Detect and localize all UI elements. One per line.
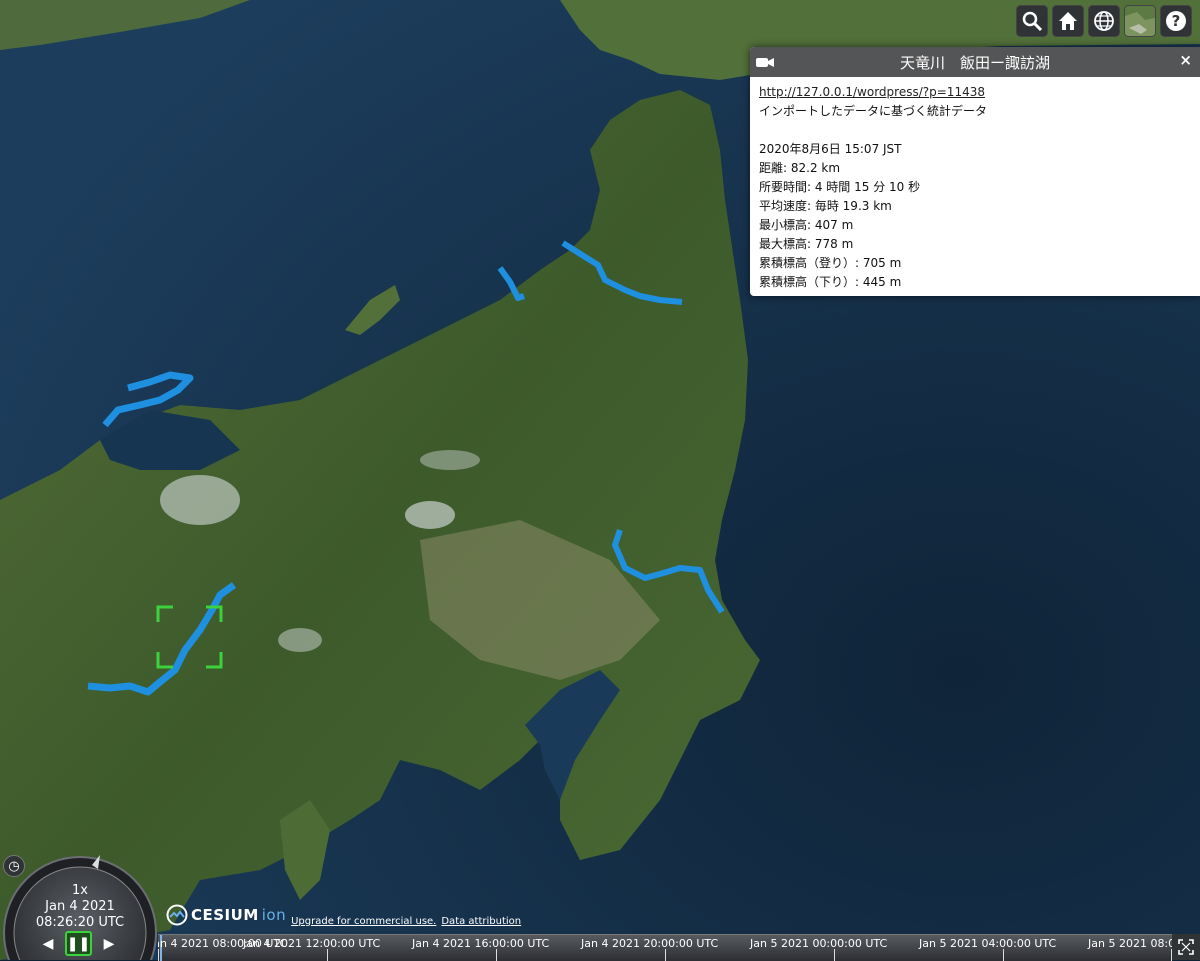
- timeline-tick: [665, 949, 666, 961]
- cloud-patch: [405, 501, 455, 529]
- info-box-content: http://127.0.0.1/wordpress/?p=11438 インポー…: [750, 77, 1200, 296]
- stat-distance: 距離: 82.2 km: [759, 161, 841, 175]
- timeline-tick: [158, 949, 159, 961]
- animation-date: Jan 4 2021: [45, 899, 115, 914]
- timeline-tick: [496, 949, 497, 961]
- timeline-label: Jan 4 2021 12:00:00 UTC: [243, 937, 381, 950]
- stat-duration: 所要時間: 4 時間 15 分 10 秒: [759, 180, 921, 194]
- stat-elevation-loss: 累積標高（下り）: 445 m: [759, 275, 902, 289]
- scene-mode-button[interactable]: [1088, 5, 1120, 37]
- stat-min-elevation: 最小標高: 407 m: [759, 218, 854, 232]
- home-button[interactable]: [1052, 5, 1084, 37]
- svg-text:?: ?: [1172, 12, 1181, 30]
- fullscreen-button[interactable]: [1172, 934, 1200, 960]
- info-box: 天竜川 飯田ー諏訪湖 × http://127.0.0.1/wordpress/…: [750, 47, 1200, 296]
- timeline-tick: [1003, 949, 1004, 961]
- play-reverse-button[interactable]: ◀: [36, 933, 60, 955]
- animation-speed: 1x: [72, 883, 88, 898]
- cloud-patch: [278, 628, 322, 652]
- timeline-label: Jan 5 2021 04:00:00 UTC: [919, 937, 1057, 950]
- credit-container: CESIUM ion Upgrade for commercial use. Da…: [166, 901, 521, 929]
- cesium-logo-icon: [166, 904, 188, 926]
- cesium-toolbar: ?: [1016, 5, 1192, 37]
- fullscreen-icon: [1178, 939, 1194, 955]
- pause-button[interactable]: ❚❚: [65, 931, 92, 956]
- home-icon: [1059, 12, 1077, 30]
- info-box-title-bar: 天竜川 飯田ー諏訪湖 ×: [750, 47, 1200, 77]
- close-button[interactable]: ×: [1179, 51, 1192, 69]
- cesium-logo-text: CESIUM: [191, 906, 259, 924]
- timeline-label: Jan 4 2021 16:00:00 UTC: [412, 937, 550, 950]
- animation-time: 08:26:20 UTC: [35, 915, 125, 930]
- globe-icon: [1094, 11, 1114, 31]
- help-icon: ?: [1166, 11, 1186, 31]
- post-link[interactable]: http://127.0.0.1/wordpress/?p=11438: [759, 85, 985, 99]
- info-subtitle: インポートしたデータに基づく統計データ: [759, 104, 988, 118]
- timeline-tick: [327, 949, 328, 961]
- stat-datetime: 2020年8月6日 15:07 JST: [759, 142, 902, 156]
- help-button[interactable]: ?: [1160, 5, 1192, 37]
- clock-icon[interactable]: ◷: [3, 855, 25, 877]
- base-layer-picker-button[interactable]: [1124, 5, 1156, 37]
- timeline-label: Jan 5 2021 08:00:00 UTC: [1088, 937, 1172, 950]
- ion-logo-text: ion: [261, 906, 287, 924]
- stat-average-speed: 平均速度: 毎時 19.3 km: [759, 199, 892, 213]
- data-attribution-link[interactable]: Data attribution: [441, 916, 521, 927]
- animation-widget: ◷ 1x Jan 4 2021 08:26:20 UTC ◀ ❚❚ ▶: [0, 853, 167, 960]
- cesium-ion-logo[interactable]: CESIUM ion: [166, 904, 286, 926]
- play-forward-button[interactable]: ▶: [97, 933, 121, 955]
- upgrade-link[interactable]: Upgrade for commercial use.: [291, 916, 436, 927]
- info-box-title: 天竜川 飯田ー諏訪湖: [899, 53, 1050, 72]
- timeline-tick: [834, 949, 835, 961]
- timeline[interactable]: Jan 4 2021 08:00:00 UTC Jan 4 2021 12:00…: [158, 934, 1172, 961]
- cloud-patch: [160, 475, 240, 525]
- search-button[interactable]: [1016, 5, 1048, 37]
- search-icon: [1022, 11, 1043, 32]
- stat-max-elevation: 最大標高: 778 m: [759, 237, 854, 251]
- cloud-patch: [420, 450, 480, 470]
- timeline-label: Jan 5 2021 00:00:00 UTC: [750, 937, 888, 950]
- imagery-layer-icon: [1125, 6, 1155, 36]
- timeline-label: Jan 4 2021 20:00:00 UTC: [581, 937, 719, 950]
- camera-icon[interactable]: [756, 55, 774, 69]
- stat-elevation-gain: 累積標高（登り）: 705 m: [759, 256, 902, 270]
